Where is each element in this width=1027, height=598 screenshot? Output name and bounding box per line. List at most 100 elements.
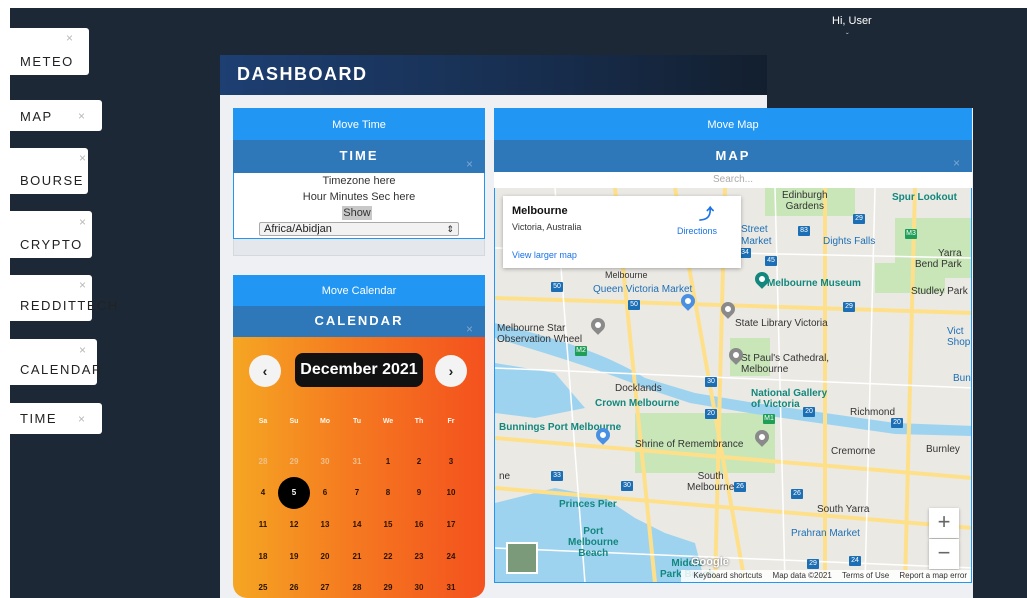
route-badge: 26	[791, 489, 803, 499]
timezone-text: Timezone here	[322, 175, 396, 187]
calendar-day[interactable]: 24	[435, 541, 467, 573]
calendar-day[interactable]: 15	[372, 509, 404, 541]
keyboard-shortcuts-link[interactable]: Keyboard shortcuts	[693, 571, 762, 580]
move-map-handle[interactable]: Move Map	[494, 108, 972, 140]
map-label: St Paul's Cathedral, Melbourne	[741, 353, 830, 375]
map-label: Princes Pier	[559, 499, 617, 510]
calendar-day[interactable]: 25	[247, 572, 279, 598]
map-label: Crown Melbourne	[595, 398, 680, 409]
close-icon[interactable]: ×	[79, 215, 86, 229]
calendar-day[interactable]: 26	[278, 572, 310, 598]
show-button[interactable]: Show	[342, 206, 372, 220]
close-icon[interactable]: ×	[79, 151, 86, 165]
calendar-day[interactable]: 12	[278, 509, 310, 541]
time-panel-title: TIME	[339, 148, 379, 163]
calendar-day[interactable]: 29	[372, 572, 404, 598]
close-icon[interactable]: ×	[79, 278, 86, 292]
route-badge: 50	[551, 282, 563, 292]
calendar-day[interactable]: 22	[372, 541, 404, 573]
map-label: Dights Falls	[823, 236, 876, 247]
map-label: National Gallery of Victoria	[751, 388, 828, 410]
next-month-button[interactable]: ›	[435, 355, 467, 387]
calendar-day[interactable]: 30	[309, 446, 341, 478]
calendar-day[interactable]: 17	[435, 509, 467, 541]
sidebar-item-label: METEO	[20, 54, 74, 69]
calendar-day[interactable]: 31	[435, 572, 467, 598]
weekday-label: Tu	[352, 418, 362, 425]
timezone-select-value: Africa/Abidjan	[264, 223, 332, 235]
move-time-handle[interactable]: Move Time	[233, 108, 485, 140]
sidebar-item-map[interactable]: MAP ×	[10, 100, 102, 131]
calendar-day[interactable]: 16	[403, 509, 435, 541]
map-label: State Library Victoria	[735, 318, 828, 329]
calendar-day[interactable]: 9	[403, 477, 435, 509]
report-error-link[interactable]: Report a map error	[899, 571, 967, 580]
map-search-input[interactable]: Search...	[494, 172, 972, 188]
calendar-day[interactable]: 10	[435, 477, 467, 509]
calendar-day[interactable]: 3	[435, 446, 467, 478]
map-label: Bun	[953, 373, 971, 384]
calendar-day[interactable]: 18	[247, 541, 279, 573]
weekday-label: Mo	[319, 418, 331, 425]
sidebar-item-crypto[interactable]: × CRYPTO	[10, 211, 92, 258]
calendar-day[interactable]: 28	[247, 446, 279, 478]
calendar-day[interactable]: 19	[278, 541, 310, 573]
map-info-card: Melbourne Victoria, Australia ⤴ Directio…	[503, 196, 741, 268]
weekday-label: Sa	[258, 418, 268, 425]
calendar-day[interactable]: 13	[309, 509, 341, 541]
sidebar-item-meteo[interactable]: × METEO	[10, 28, 89, 75]
calendar-day[interactable]: 30	[403, 572, 435, 598]
calendar-day[interactable]: 23	[403, 541, 435, 573]
route-badge: 30	[705, 377, 717, 387]
zoom-out-button[interactable]: −	[929, 539, 959, 569]
calendar-day[interactable]: 8	[372, 477, 404, 509]
calendar-day[interactable]: 14	[341, 509, 373, 541]
map-label: Richmond	[850, 407, 896, 418]
view-larger-map-link[interactable]: View larger map	[512, 250, 577, 260]
route-badge: M1	[763, 414, 775, 424]
user-greeting[interactable]: Hi, User	[832, 15, 872, 27]
close-icon[interactable]: ×	[79, 343, 86, 357]
map-label: South Yarra	[817, 504, 870, 515]
close-icon[interactable]: ×	[66, 31, 73, 45]
map-label: Shrine of Remembrance	[635, 439, 744, 450]
close-icon[interactable]: ×	[78, 109, 85, 123]
calendar-day[interactable]: 1	[372, 446, 404, 478]
calendar-day[interactable]: 29	[278, 446, 310, 478]
zoom-in-button[interactable]: +	[929, 508, 959, 538]
timezone-select[interactable]: Africa/Abidjan ⇕	[259, 222, 459, 236]
map-label: Docklands	[615, 383, 662, 394]
calendar-panel-title: CALENDAR	[314, 313, 404, 328]
calendar-day[interactable]: 4	[247, 477, 279, 509]
weekday-label: Fr	[447, 418, 455, 425]
map-canvas[interactable]: Edinburgh Gardens Spur Lookout Street Ma…	[494, 188, 972, 583]
terms-link[interactable]: Terms of Use	[842, 571, 889, 580]
calendar-day[interactable]: 5	[278, 477, 310, 509]
time-panel-body: Timezone here Hour Minutes Sec here Show…	[233, 173, 485, 239]
map-label: Street	[741, 224, 768, 235]
map-label: Queen Victoria Market	[593, 284, 693, 295]
sidebar-item-reddittech[interactable]: × REDDITTECH	[10, 275, 117, 321]
calendar-day[interactable]: 27	[309, 572, 341, 598]
directions-link[interactable]: Directions	[677, 226, 717, 236]
prev-month-button[interactable]: ‹	[249, 355, 281, 387]
calendar-day[interactable]: 2	[403, 446, 435, 478]
sidebar-item-bourse[interactable]: × BOURSE	[10, 148, 88, 194]
calendar-day[interactable]: 31	[341, 446, 373, 478]
close-icon[interactable]: ×	[78, 412, 85, 426]
user-menu-caret-icon[interactable]: ˇ	[846, 32, 849, 41]
calendar-day[interactable]: 20	[309, 541, 341, 573]
calendar-day[interactable]: 7	[341, 477, 373, 509]
move-calendar-handle[interactable]: Move Calendar	[233, 275, 485, 306]
directions-icon[interactable]: ⤴	[699, 203, 714, 224]
calendar-day[interactable]: 11	[247, 509, 279, 541]
route-badge: M2	[575, 346, 587, 356]
calendar-day[interactable]: 28	[341, 572, 373, 598]
sidebar-item-calendar[interactable]: × CALENDAR	[10, 339, 101, 385]
map-label: Port Melbourne Beach	[568, 526, 619, 559]
route-badge: 29	[843, 302, 855, 312]
calendar-day[interactable]: 6	[309, 477, 341, 509]
calendar-day[interactable]: 21	[341, 541, 373, 573]
sidebar-item-time[interactable]: TIME ×	[10, 403, 102, 434]
route-badge: 20	[891, 418, 903, 428]
